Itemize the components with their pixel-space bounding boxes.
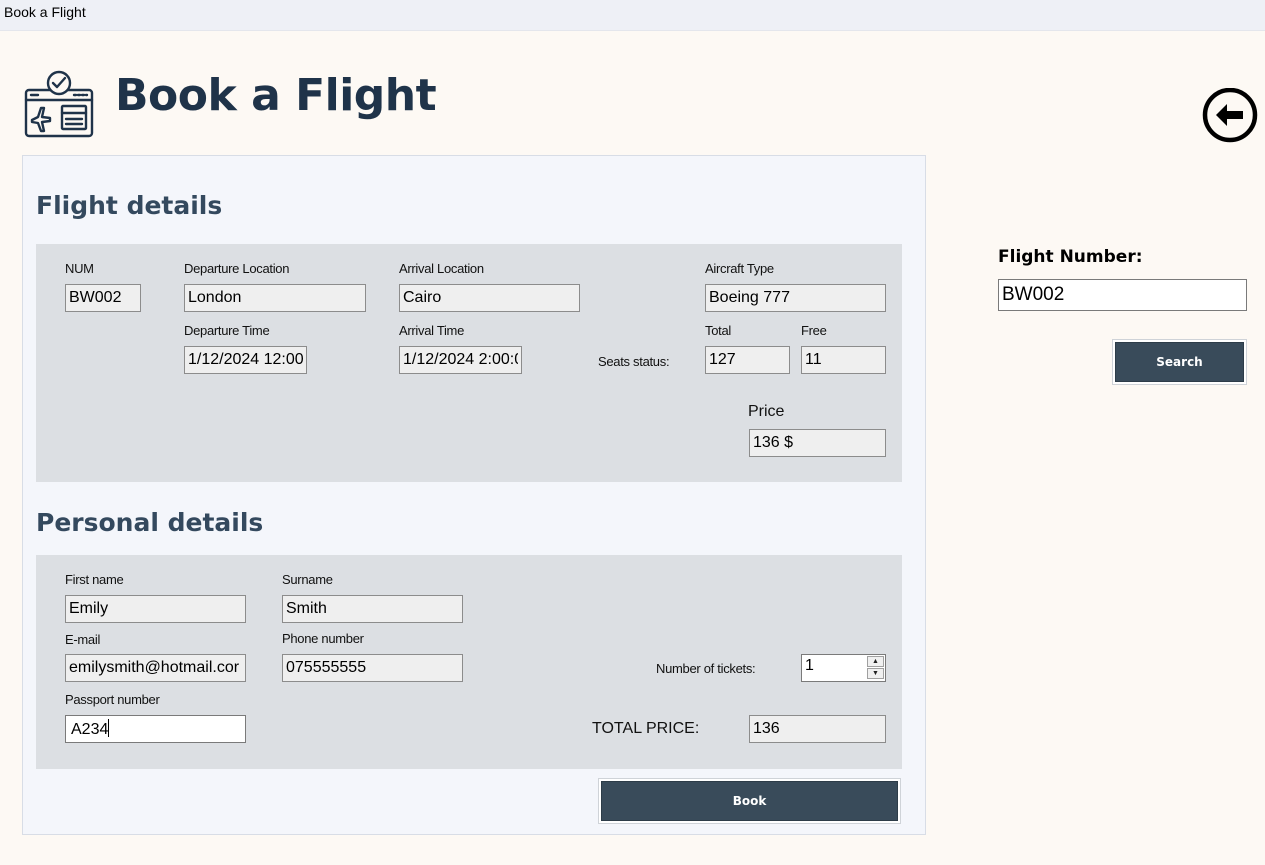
book-button-label: Book <box>732 794 767 808</box>
back-arrow-icon[interactable] <box>1201 88 1259 146</box>
total-price-label: TOTAL PRICE: <box>592 720 700 737</box>
aircraft-type-label: Aircraft Type <box>705 261 774 276</box>
arrival-location-field[interactable] <box>399 284 580 312</box>
price-label: Price <box>748 403 785 420</box>
departure-time-label: Departure Time <box>184 323 270 338</box>
departure-location-field[interactable] <box>184 284 366 312</box>
flight-number-label: Flight Number: <box>998 247 1143 267</box>
free-seats-field[interactable] <box>801 346 886 374</box>
book-button[interactable]: Book <box>601 781 898 821</box>
search-button-label: Search <box>1156 355 1203 369</box>
flight-details-title: Flight details <box>36 191 223 220</box>
email-label: E-mail <box>65 632 101 647</box>
num-label: NUM <box>65 261 94 276</box>
seats-status-label: Seats status: <box>598 354 670 369</box>
price-field[interactable] <box>749 429 886 457</box>
stepper-up-icon[interactable]: ▲ <box>867 656 884 667</box>
departure-location-label: Departure Location <box>184 261 290 276</box>
phone-label: Phone number <box>282 631 364 646</box>
stepper-buttons: ▲ ▼ <box>867 656 884 680</box>
passport-value: A234 <box>71 721 109 738</box>
passport-field[interactable]: A234 <box>65 715 246 743</box>
tickets-stepper[interactable]: 1 ▲ ▼ <box>801 654 886 682</box>
email-field[interactable] <box>65 654 246 682</box>
phone-field[interactable] <box>282 654 463 682</box>
free-seats-label: Free <box>801 323 827 338</box>
total-price-field[interactable] <box>749 715 886 743</box>
flight-number-input[interactable] <box>998 279 1247 311</box>
first-name-label: First name <box>65 572 124 587</box>
total-seats-field[interactable] <box>705 346 790 374</box>
window-title: Book a Flight <box>4 4 86 20</box>
passport-label: Passport number <box>65 692 160 707</box>
flight-booking-icon <box>24 70 94 138</box>
tickets-value: 1 <box>805 657 814 674</box>
stepper-down-icon[interactable]: ▼ <box>867 668 884 679</box>
first-name-field[interactable] <box>65 595 246 623</box>
search-button[interactable]: Search <box>1115 342 1244 382</box>
window-titlebar: Book a Flight <box>0 0 1265 31</box>
arrival-time-field[interactable] <box>399 346 522 374</box>
arrival-location-label: Arrival Location <box>399 261 484 276</box>
aircraft-type-field[interactable] <box>705 284 886 312</box>
text-caret <box>108 719 110 737</box>
tickets-label: Number of tickets: <box>656 661 756 676</box>
num-field[interactable] <box>65 284 141 312</box>
surname-label: Surname <box>282 572 333 587</box>
personal-details-title: Personal details <box>36 508 264 537</box>
page-title: Book a Flight <box>115 70 437 121</box>
departure-time-field[interactable] <box>184 346 307 374</box>
total-seats-label: Total <box>705 323 731 338</box>
arrival-time-label: Arrival Time <box>399 323 465 338</box>
surname-field[interactable] <box>282 595 463 623</box>
